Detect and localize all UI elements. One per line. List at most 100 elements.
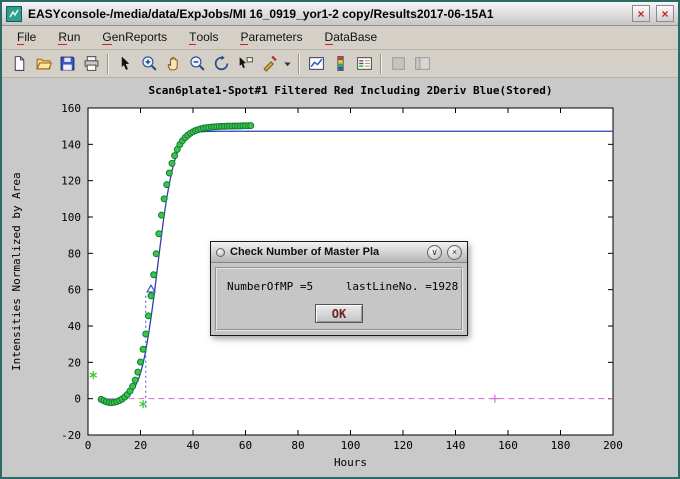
- x-tick-label: 60: [239, 439, 252, 452]
- x-tick-label: 40: [186, 439, 199, 452]
- menu-database[interactable]: DataBase: [314, 27, 389, 48]
- brush-button[interactable]: [257, 52, 281, 76]
- app-window: EASYconsole-/media/data/ExpJobs/MI 16_09…: [0, 0, 680, 479]
- data-cursor-button[interactable]: [233, 52, 257, 76]
- marker-filtered-data-markers: [132, 377, 138, 383]
- print-button[interactable]: [79, 52, 103, 76]
- ok-button[interactable]: OK: [315, 304, 363, 323]
- check-master-plates-dialog: Check Number of Master Pla ∨ × NumberOfM…: [210, 241, 468, 336]
- show-plot-tools-button[interactable]: [410, 52, 434, 76]
- x-tick-label: 0: [85, 439, 92, 452]
- x-tick-label: 180: [551, 439, 571, 452]
- window-title: EASYconsole-/media/data/ExpJobs/MI 16_09…: [28, 7, 626, 21]
- zoom-out-button[interactable]: [185, 52, 209, 76]
- y-tick-label: 100: [61, 211, 81, 224]
- x-tick-label: 20: [134, 439, 147, 452]
- edit-plot-icon: [117, 55, 134, 72]
- x-tick-label: 100: [341, 439, 361, 452]
- menu-file[interactable]: File: [6, 27, 47, 48]
- zoom-in-icon: [141, 55, 158, 72]
- edit-plot-button[interactable]: [113, 52, 137, 76]
- dialog-title: Check Number of Master Pla: [230, 246, 422, 258]
- marker-filtered-data-markers: [172, 153, 178, 159]
- menu-run[interactable]: Run: [47, 27, 91, 48]
- menu-genreports[interactable]: GenReports: [91, 27, 178, 48]
- x-tick-label: 160: [498, 439, 518, 452]
- marker-filtered-data-markers: [151, 272, 157, 278]
- pan-icon: [165, 55, 182, 72]
- x-tick-label: 140: [446, 439, 466, 452]
- marker-filtered-data-markers: [153, 251, 159, 257]
- dialog-message: NumberOfMP =5 lastLineNo. =1928: [227, 280, 458, 293]
- brush-dropdown-icon: [283, 55, 292, 72]
- save-icon: [59, 55, 76, 72]
- hide-plot-tools-button[interactable]: [386, 52, 410, 76]
- dialog-title-bar[interactable]: Check Number of Master Pla ∨ ×: [211, 242, 467, 263]
- marker-filtered-data-markers: [143, 331, 149, 337]
- insert-plot-icon: [308, 55, 325, 72]
- menu-bar: File Run GenReports Tools Parameters Dat…: [2, 26, 678, 50]
- close-button[interactable]: ×: [656, 5, 674, 22]
- toolbar: [2, 50, 678, 78]
- brush-dropdown-button[interactable]: [281, 52, 294, 76]
- y-tick-label: 80: [68, 247, 81, 260]
- marker-filtered-data-markers: [164, 182, 170, 188]
- marker-filtered-data-markers: [159, 212, 165, 218]
- brush-icon: [261, 55, 278, 72]
- mnemonic-underline: G: [102, 31, 111, 45]
- y-axis-label: Intensities Normalized by Area: [10, 108, 23, 435]
- marker-filtered-data-markers: [135, 369, 141, 375]
- y-tick-label: 120: [61, 175, 81, 188]
- rotate-3d-icon: [213, 55, 230, 72]
- insert-legend-icon: [356, 55, 373, 72]
- mnemonic-underline: D: [325, 31, 334, 45]
- marker-filtered-data-markers: [166, 170, 172, 176]
- hide-plot-tools-icon: [390, 55, 407, 72]
- show-plot-tools-icon: [414, 55, 431, 72]
- toolbar-separator: [380, 54, 382, 74]
- insert-colorbar-button[interactable]: [328, 52, 352, 76]
- mnemonic-underline: F: [17, 31, 24, 45]
- dialog-body: NumberOfMP =5 lastLineNo. =1928 OK: [215, 267, 463, 331]
- open-button[interactable]: [31, 52, 55, 76]
- zoom-in-button[interactable]: [137, 52, 161, 76]
- insert-colorbar-icon: [332, 55, 349, 72]
- zoom-out-icon: [189, 55, 206, 72]
- y-tick-label: -20: [61, 429, 81, 442]
- marker-filtered-data-markers: [138, 359, 144, 365]
- dialog-icon: [216, 248, 225, 257]
- dialog-close-button[interactable]: ×: [447, 245, 462, 260]
- marker-filtered-data-markers: [156, 231, 162, 237]
- data-cursor-icon: [237, 55, 254, 72]
- rotate-3d-button[interactable]: [209, 52, 233, 76]
- title-bar[interactable]: EASYconsole-/media/data/ExpJobs/MI 16_09…: [2, 2, 678, 26]
- plot-title: Scan6plate1-Spot#1 Filtered Red Includin…: [88, 84, 613, 97]
- insert-legend-button[interactable]: [352, 52, 376, 76]
- mnemonic-underline: R: [58, 31, 67, 45]
- figure-area: 020406080100120140160180200-200204060801…: [2, 78, 678, 477]
- x-tick-label: 200: [603, 439, 623, 452]
- maximize-button[interactable]: ×: [632, 5, 650, 22]
- pan-button[interactable]: [161, 52, 185, 76]
- y-tick-label: 0: [74, 393, 81, 406]
- marker-filtered-data-markers: [161, 196, 167, 202]
- insert-plot-button[interactable]: [304, 52, 328, 76]
- menu-parameters[interactable]: Parameters: [229, 27, 313, 48]
- menu-tools[interactable]: Tools: [178, 27, 229, 48]
- dialog-value-numberofmp: NumberOfMP =5: [227, 280, 313, 293]
- new-button[interactable]: [7, 52, 31, 76]
- y-tick-label: 160: [61, 102, 81, 115]
- y-tick-label: 60: [68, 284, 81, 297]
- toolbar-separator: [107, 54, 109, 74]
- marker-filtered-data-markers: [248, 123, 254, 129]
- new-icon: [11, 55, 28, 72]
- y-tick-label: 140: [61, 138, 81, 151]
- marker-filtered-data-markers: [140, 346, 146, 352]
- save-button[interactable]: [55, 52, 79, 76]
- mnemonic-underline: T: [189, 31, 196, 45]
- dialog-collapse-button[interactable]: ∨: [427, 245, 442, 260]
- marker-filtered-data-markers: [145, 313, 151, 319]
- x-tick-label: 80: [291, 439, 304, 452]
- x-axis-label: Hours: [88, 456, 613, 469]
- y-tick-label: 40: [68, 320, 81, 333]
